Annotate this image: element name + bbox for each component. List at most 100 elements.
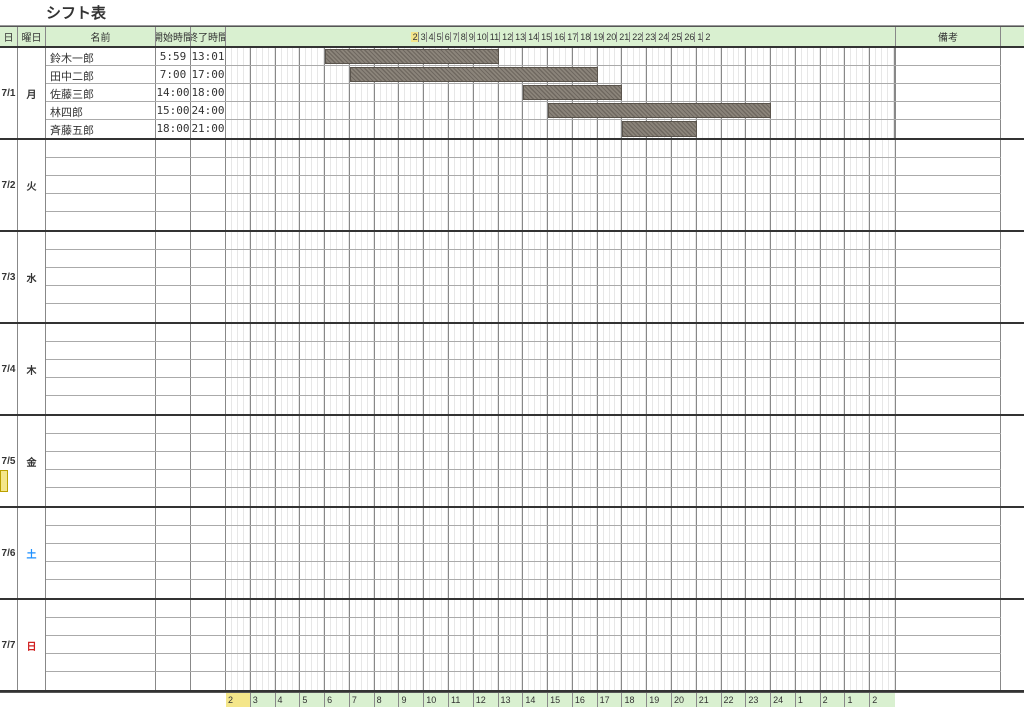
remarks-cell[interactable] [896, 194, 1001, 211]
name-cell[interactable] [46, 342, 156, 359]
name-cell[interactable] [46, 360, 156, 377]
start-time-cell[interactable] [156, 654, 191, 671]
name-cell[interactable]: 田中二郎 [46, 66, 156, 83]
end-time-cell[interactable] [191, 562, 226, 579]
name-cell[interactable] [46, 140, 156, 157]
end-time-cell[interactable]: 18:00 [191, 84, 226, 101]
end-time-cell[interactable] [191, 580, 226, 598]
end-time-cell[interactable] [191, 286, 226, 303]
start-time-cell[interactable] [156, 526, 191, 543]
name-cell[interactable]: 鈴木一郎 [46, 48, 156, 65]
start-time-cell[interactable] [156, 324, 191, 341]
end-time-cell[interactable] [191, 342, 226, 359]
remarks-cell[interactable] [896, 508, 1001, 525]
end-time-cell[interactable] [191, 232, 226, 249]
name-cell[interactable] [46, 508, 156, 525]
name-cell[interactable]: 斉藤五郎 [46, 120, 156, 138]
name-cell[interactable] [46, 268, 156, 285]
end-time-cell[interactable] [191, 488, 226, 506]
start-time-cell[interactable]: 15:00 [156, 102, 191, 119]
end-time-cell[interactable] [191, 470, 226, 487]
start-time-cell[interactable] [156, 176, 191, 193]
remarks-cell[interactable] [896, 158, 1001, 175]
remarks-cell[interactable] [896, 636, 1001, 653]
start-time-cell[interactable] [156, 434, 191, 451]
start-time-cell[interactable]: 7:00 [156, 66, 191, 83]
name-cell[interactable] [46, 396, 156, 414]
start-time-cell[interactable] [156, 268, 191, 285]
end-time-cell[interactable] [191, 268, 226, 285]
end-time-cell[interactable] [191, 526, 226, 543]
name-cell[interactable]: 林四郎 [46, 102, 156, 119]
remarks-cell[interactable] [896, 416, 1001, 433]
name-cell[interactable] [46, 636, 156, 653]
start-time-cell[interactable]: 14:00 [156, 84, 191, 101]
name-cell[interactable] [46, 434, 156, 451]
name-cell[interactable] [46, 378, 156, 395]
end-time-cell[interactable] [191, 250, 226, 267]
remarks-cell[interactable] [896, 120, 1001, 138]
start-time-cell[interactable] [156, 618, 191, 635]
remarks-cell[interactable] [896, 140, 1001, 157]
start-time-cell[interactable] [156, 470, 191, 487]
remarks-cell[interactable] [896, 360, 1001, 377]
end-time-cell[interactable]: 17:00 [191, 66, 226, 83]
start-time-cell[interactable] [156, 544, 191, 561]
remarks-cell[interactable] [896, 268, 1001, 285]
remarks-cell[interactable] [896, 396, 1001, 414]
remarks-cell[interactable] [896, 452, 1001, 469]
remarks-cell[interactable] [896, 84, 1001, 101]
end-time-cell[interactable] [191, 176, 226, 193]
start-time-cell[interactable] [156, 342, 191, 359]
start-time-cell[interactable] [156, 158, 191, 175]
name-cell[interactable] [46, 158, 156, 175]
start-time-cell[interactable] [156, 580, 191, 598]
end-time-cell[interactable] [191, 434, 226, 451]
start-time-cell[interactable] [156, 672, 191, 690]
start-time-cell[interactable] [156, 416, 191, 433]
start-time-cell[interactable] [156, 286, 191, 303]
end-time-cell[interactable] [191, 396, 226, 414]
start-time-cell[interactable] [156, 452, 191, 469]
name-cell[interactable] [46, 654, 156, 671]
start-time-cell[interactable] [156, 232, 191, 249]
name-cell[interactable] [46, 324, 156, 341]
start-time-cell[interactable] [156, 396, 191, 414]
end-time-cell[interactable] [191, 452, 226, 469]
start-time-cell[interactable]: 18:00 [156, 120, 191, 138]
name-cell[interactable] [46, 544, 156, 561]
remarks-cell[interactable] [896, 324, 1001, 341]
end-time-cell[interactable] [191, 360, 226, 377]
remarks-cell[interactable] [896, 580, 1001, 598]
end-time-cell[interactable]: 21:00 [191, 120, 226, 138]
end-time-cell[interactable] [191, 416, 226, 433]
name-cell[interactable] [46, 176, 156, 193]
end-time-cell[interactable] [191, 544, 226, 561]
name-cell[interactable] [46, 212, 156, 230]
end-time-cell[interactable] [191, 600, 226, 617]
end-time-cell[interactable] [191, 618, 226, 635]
remarks-cell[interactable] [896, 66, 1001, 83]
start-time-cell[interactable] [156, 508, 191, 525]
start-time-cell[interactable] [156, 304, 191, 322]
name-cell[interactable] [46, 526, 156, 543]
name-cell[interactable] [46, 580, 156, 598]
name-cell[interactable] [46, 672, 156, 690]
remarks-cell[interactable] [896, 342, 1001, 359]
end-time-cell[interactable] [191, 324, 226, 341]
name-cell[interactable] [46, 286, 156, 303]
end-time-cell[interactable]: 24:00 [191, 102, 226, 119]
remarks-cell[interactable] [896, 304, 1001, 322]
name-cell[interactable] [46, 232, 156, 249]
remarks-cell[interactable] [896, 470, 1001, 487]
start-time-cell[interactable] [156, 212, 191, 230]
end-time-cell[interactable] [191, 194, 226, 211]
name-cell[interactable]: 佐藤三郎 [46, 84, 156, 101]
end-time-cell[interactable] [191, 140, 226, 157]
start-time-cell[interactable] [156, 600, 191, 617]
remarks-cell[interactable] [896, 600, 1001, 617]
end-time-cell[interactable]: 13:01 [191, 48, 226, 65]
end-time-cell[interactable] [191, 636, 226, 653]
remarks-cell[interactable] [896, 526, 1001, 543]
remarks-cell[interactable] [896, 286, 1001, 303]
